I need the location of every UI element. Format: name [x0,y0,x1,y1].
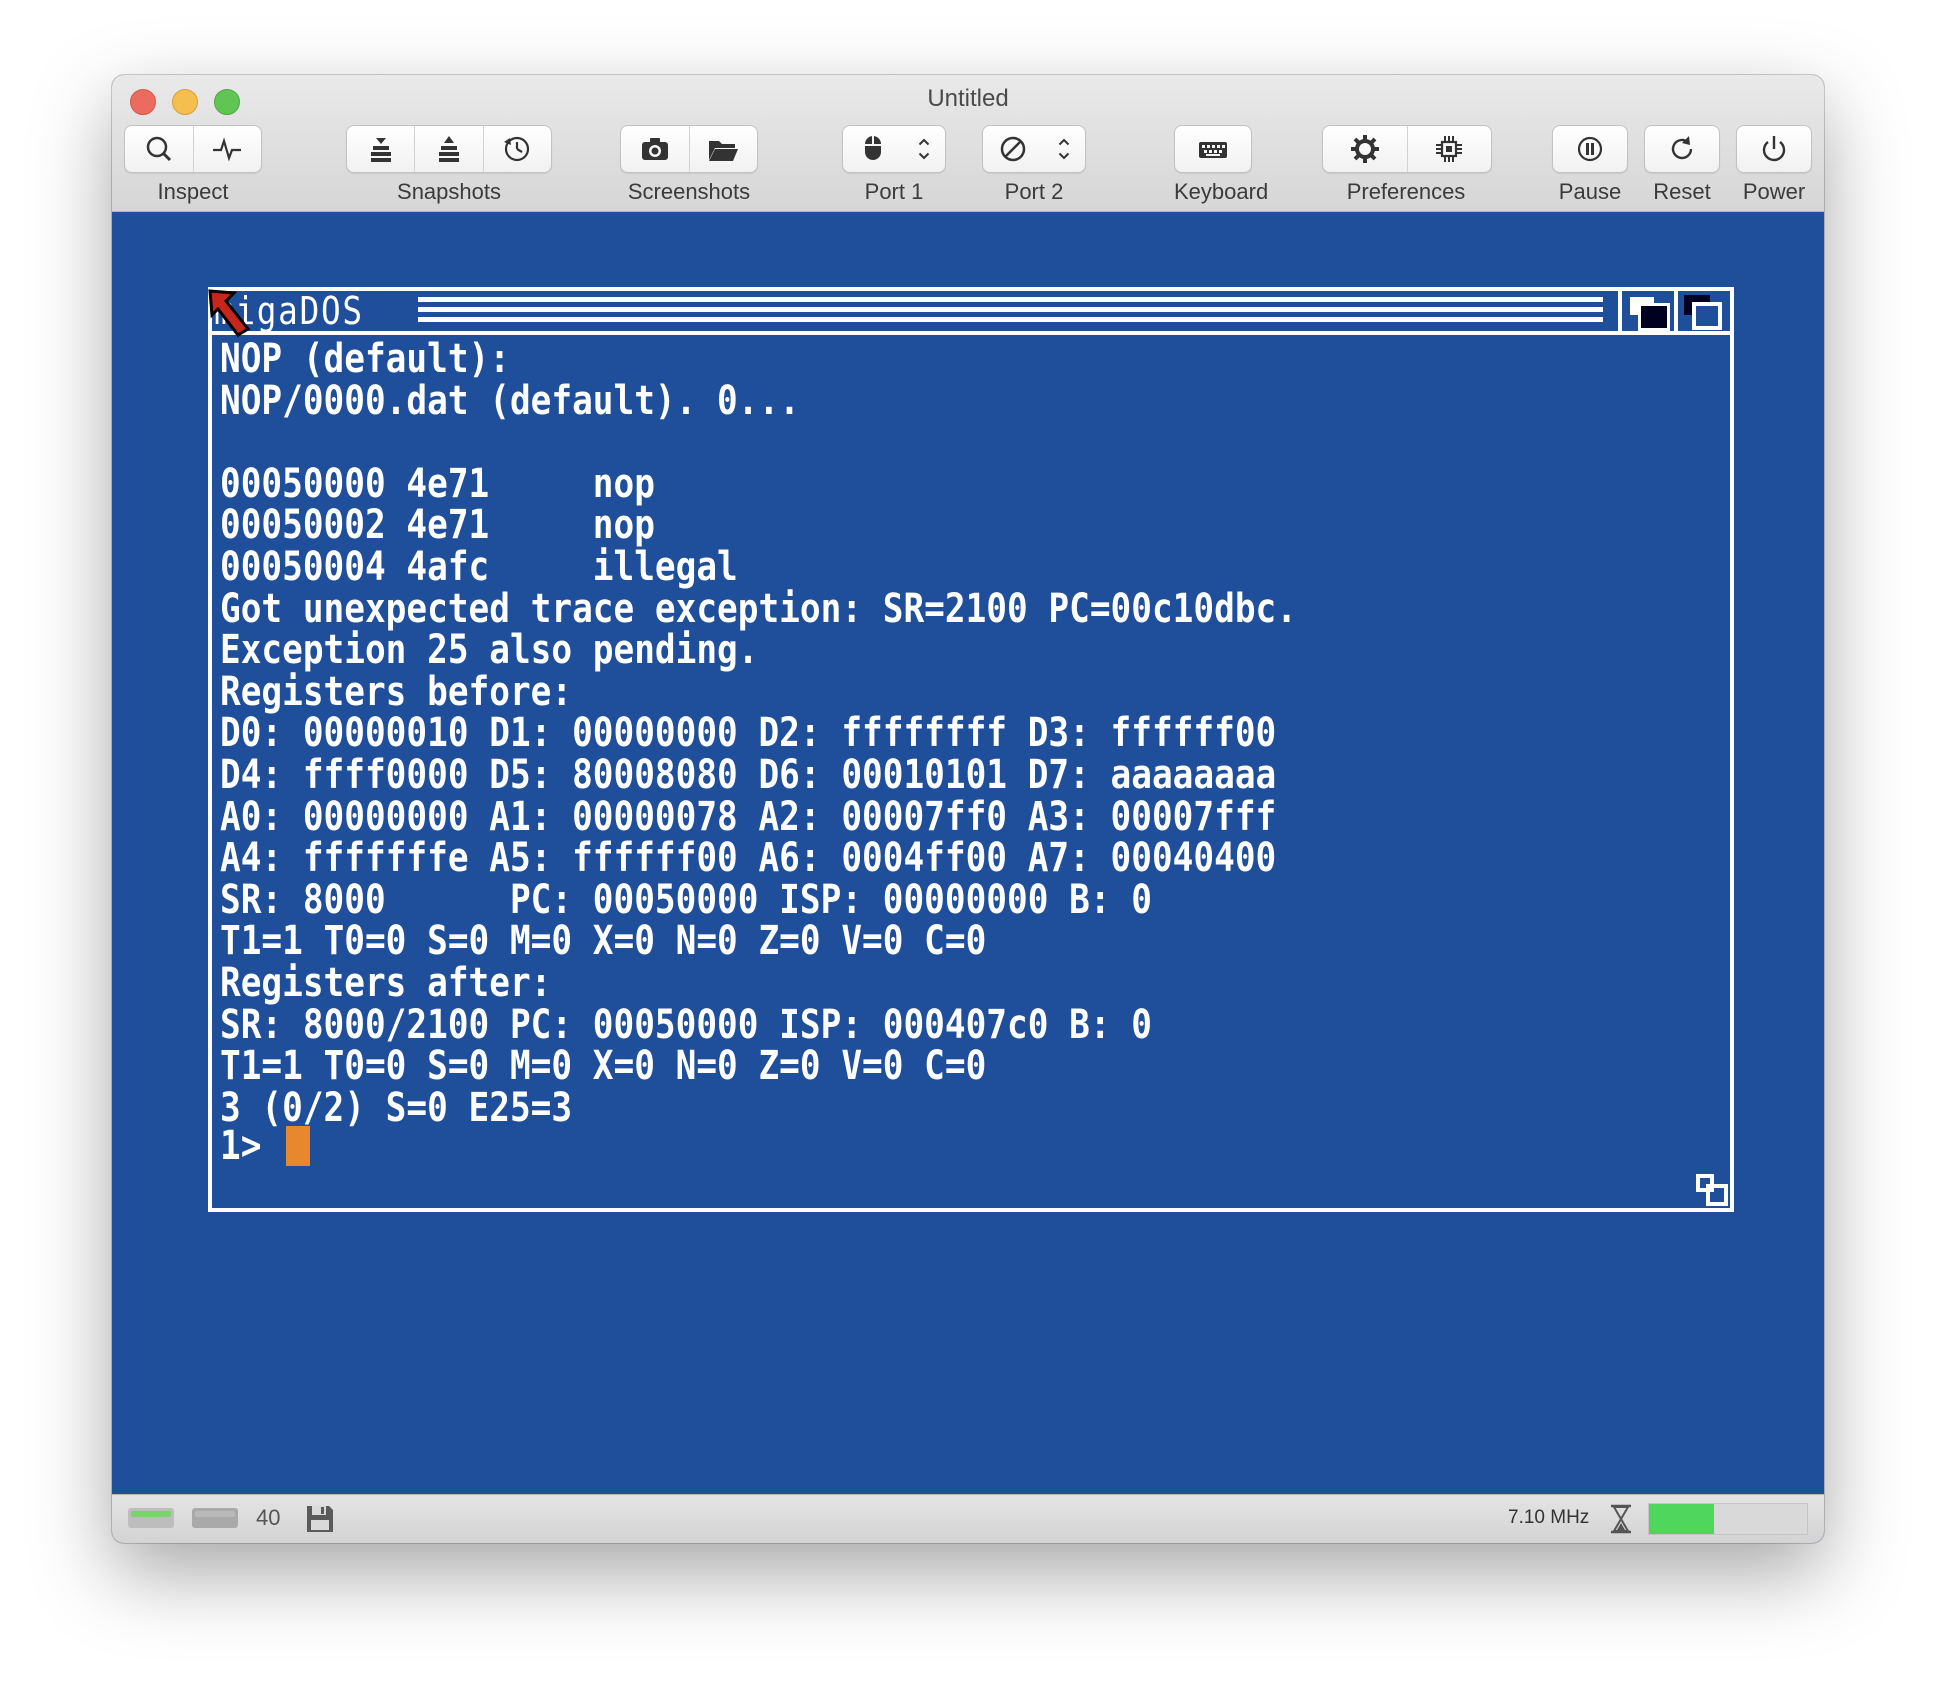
stack-download-icon [370,138,391,162]
inspect-label: Inspect [157,179,229,204]
hardware-settings-button[interactable] [1408,126,1492,172]
depth-front-gadget[interactable] [1674,291,1730,331]
command-prompt[interactable]: 1> [220,1123,311,1169]
terminal-output: NOP (default): NOP/0000.dat (default). 0… [220,336,1297,1131]
reset-button[interactable] [1645,126,1719,172]
depth-back-gadget[interactable] [1618,291,1674,331]
amigados-titlebar[interactable]: migaDOS [208,289,1730,337]
port1-selector[interactable] [843,126,945,172]
snapshots-label: Snapshots [397,179,501,204]
keyboard-button[interactable] [1175,126,1251,172]
keyboard-group: Keyboard [1174,125,1269,209]
cpu-clock-readout: 7.10 MHz [1508,1507,1590,1528]
window-title: Untitled [927,85,1009,112]
inspector-button[interactable] [125,126,194,172]
stack-upload-icon [438,136,459,162]
power-group: Power [1736,125,1812,209]
take-snapshot-button[interactable] [347,126,416,172]
emulation-speed-bar [1648,1503,1808,1535]
pause-group: Pause [1552,125,1628,209]
screenshots-label: Screenshots [627,179,751,204]
prompt-text: 1> [220,1123,283,1169]
port1-label: Port 1 [864,179,924,204]
power-button[interactable] [1737,126,1811,172]
folder-icon [709,141,739,161]
resize-gadget[interactable] [1694,1172,1730,1208]
text-cursor [286,1126,311,1166]
df0-drive-led [131,1511,171,1517]
window-toolbar: Untitled Inspect Snapshots Screenshots P… [112,75,1824,212]
screenshots-group: Screenshots [620,125,758,209]
keyboard-label: Keyboard [1174,179,1269,204]
power-label: Power [1742,179,1806,204]
df1-drive-icon[interactable] [192,1508,238,1528]
preferences-button[interactable] [1323,126,1408,172]
pause-icon [1577,136,1603,162]
amigados-window[interactable]: migaDOS NOP (default): NOP/0000.dat (def… [208,287,1734,1212]
keyboard-icon [1199,142,1227,158]
chip-icon [1436,136,1463,162]
restore-snapshot-button[interactable] [415,126,484,172]
titlebar-drag-stripes[interactable] [418,297,1603,327]
pause-button[interactable] [1553,126,1627,172]
preferences-label: Preferences [1346,179,1466,204]
none-icon [1000,136,1025,162]
pulse-icon [213,137,242,162]
reset-icon [1671,136,1693,160]
reset-group: Reset [1644,125,1720,209]
emulator-window: Untitled Inspect Snapshots Screenshots P… [112,75,1824,1543]
status-bar: 40 7.10 MHz [112,1494,1824,1543]
take-screenshot-button[interactable] [621,126,690,172]
preferences-group: Preferences [1322,125,1492,209]
gear-icon [1350,135,1379,163]
chevron-updown-icon [1058,138,1069,160]
floppy-disk-icon[interactable] [304,1503,336,1535]
clock-history-icon [504,136,530,162]
mouse-pointer-icon [208,289,251,337]
drive-track-count: 40 [256,1505,281,1530]
emulation-speed-fill [1649,1504,1714,1534]
port2-label: Port 2 [1004,179,1064,204]
browse-snapshots-button[interactable] [484,126,551,172]
port2-group: Port 2 [982,125,1086,209]
chevron-updown-icon [918,138,929,160]
mouse-icon [864,136,881,160]
port1-group: Port 1 [842,125,946,209]
power-icon [1762,136,1786,162]
hourglass-icon[interactable] [1608,1504,1634,1534]
monitor-button[interactable] [194,126,262,172]
camera-icon [641,138,668,160]
reset-label: Reset [1653,179,1711,204]
df1-drive-led [195,1511,235,1517]
inspect-group: Inspect [124,125,262,209]
emulator-screen[interactable]: migaDOS NOP (default): NOP/0000.dat (def… [112,212,1824,1495]
port2-selector[interactable] [983,126,1085,172]
magnifier-icon [146,136,171,162]
snapshots-group: Snapshots [346,125,552,209]
browse-screenshots-button[interactable] [690,126,758,172]
pause-label: Pause [1558,179,1622,204]
df0-drive-icon[interactable] [128,1508,174,1528]
